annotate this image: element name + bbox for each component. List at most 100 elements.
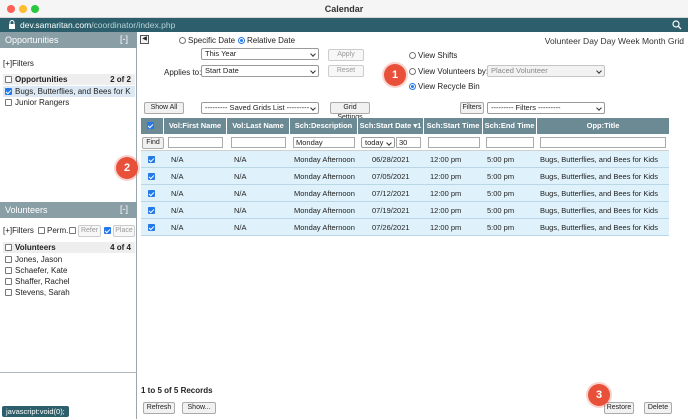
- opportunity-label: Bugs, Butterflies, and Bees for K: [15, 87, 131, 96]
- volunteer-checkbox[interactable]: [5, 278, 12, 285]
- filter-opp-title-input[interactable]: [540, 137, 666, 148]
- opportunities-filters-link[interactable]: [+]Filters: [3, 59, 34, 68]
- show-button[interactable]: Show...: [182, 402, 216, 414]
- volunteers-filters-link[interactable]: [+]Filters: [3, 226, 34, 235]
- cell-end-time: 5:00 pm: [487, 206, 515, 215]
- address-bar[interactable]: dev.samaritan.com/coordinator/index.php: [0, 18, 688, 32]
- cell-start-time: 12:00 pm: [430, 206, 462, 215]
- refresh-button[interactable]: Refresh: [143, 402, 175, 414]
- filter-start-time-input[interactable]: [428, 137, 480, 148]
- callout-badge-2: 2: [116, 157, 138, 179]
- table-row[interactable]: N/A N/A Monday Afternoon 07/12/2021 12:0…: [141, 185, 669, 202]
- opportunities-list-header-label: Opportunities: [15, 75, 68, 84]
- opportunity-item[interactable]: Junior Rangers: [3, 97, 135, 108]
- cell-description: Monday Afternoon: [294, 223, 355, 232]
- column-header-opp-title[interactable]: Opp:Title: [537, 118, 669, 134]
- column-header-start-time[interactable]: Sch:Start Time: [424, 118, 483, 134]
- applies-to-select[interactable]: Start Date: [201, 65, 319, 77]
- grid-settings-button[interactable]: Grid Settings: [330, 102, 370, 121]
- volunteers-select-all-checkbox[interactable]: [5, 244, 12, 251]
- filters-select[interactable]: --------- Filters ---------: [487, 102, 605, 114]
- opportunity-checkbox[interactable]: [5, 99, 12, 106]
- volunteers-panel-header: Volunteers [-]: [0, 202, 137, 218]
- volunteer-item[interactable]: Shaffer, Rachel: [3, 276, 135, 287]
- volunteer-checkbox[interactable]: [5, 256, 12, 263]
- search-icon[interactable]: [672, 20, 682, 30]
- row-checkbox[interactable]: [148, 190, 155, 197]
- cell-start-time: 12:00 pm: [430, 223, 462, 232]
- volunteer-item[interactable]: Jones, Jason: [3, 254, 135, 265]
- view-shifts-label: View Shifts: [418, 51, 458, 60]
- place-checkbox[interactable]: [104, 227, 111, 234]
- column-header-end-time[interactable]: Sch:End Time: [483, 118, 537, 134]
- url-text[interactable]: dev.samaritan.com/coordinator/index.php: [20, 20, 175, 30]
- filter-date-value-input[interactable]: 30: [396, 137, 421, 148]
- filters-button[interactable]: Filters: [460, 102, 484, 114]
- volunteer-label: Jones, Jason: [15, 255, 63, 264]
- column-header-first-name[interactable]: Vol:First Name: [164, 118, 227, 134]
- refer-button[interactable]: Refer: [78, 225, 101, 237]
- column-header-start-date[interactable]: Sch:Start Date ▾1: [358, 118, 424, 134]
- table-row[interactable]: N/A N/A Monday Afternoon 07/26/2021 12:0…: [141, 219, 669, 236]
- filter-description-input[interactable]: Monday: [293, 137, 355, 148]
- row-checkbox[interactable]: [148, 224, 155, 231]
- show-all-button[interactable]: Show All: [144, 102, 184, 114]
- column-header-last-name[interactable]: Vol:Last Name: [227, 118, 290, 134]
- delete-button[interactable]: Delete: [644, 402, 672, 414]
- reset-button[interactable]: Reset: [328, 65, 364, 77]
- cell-opp-title: Bugs, Butterflies, and Bees for Kids: [540, 223, 658, 232]
- cell-first-name: N/A: [171, 189, 184, 198]
- table-row[interactable]: N/A N/A Monday Afternoon 07/19/2021 12:0…: [141, 202, 669, 219]
- collapse-sidebar-button[interactable]: ◀: [140, 35, 149, 44]
- row-checkbox[interactable]: [148, 156, 155, 163]
- cell-opp-title: Bugs, Butterflies, and Bees for Kids: [540, 155, 658, 164]
- opportunities-panel-header: Opportunities [-]: [0, 32, 137, 48]
- relative-date-label: Relative Date: [247, 36, 296, 45]
- view-shifts-radio[interactable]: [409, 52, 416, 59]
- opportunities-panel-title: Opportunities: [5, 35, 59, 45]
- opportunity-item[interactable]: Bugs, Butterflies, and Bees for K: [3, 86, 135, 97]
- main-content: ◀ Specific Date Relative Date This Year …: [138, 32, 688, 419]
- perm-checkbox[interactable]: [38, 227, 45, 234]
- row-checkbox[interactable]: [148, 173, 155, 180]
- opportunity-label: Junior Rangers: [15, 98, 70, 107]
- opportunities-select-all-checkbox[interactable]: [5, 76, 12, 83]
- filter-end-time-input[interactable]: [486, 137, 534, 148]
- view-mode-links[interactable]: Volunteer Day Day Week Month Grid: [545, 36, 684, 46]
- view-volunteers-radio[interactable]: [409, 68, 416, 75]
- volunteers-collapse-button[interactable]: [-]: [120, 204, 128, 214]
- filter-first-name-input[interactable]: [168, 137, 223, 148]
- place-button[interactable]: Place: [113, 225, 135, 237]
- saved-grids-select[interactable]: --------- Saved Grids List ---------: [201, 102, 319, 114]
- select-all-rows-checkbox[interactable]: [147, 122, 154, 129]
- column-header-description[interactable]: Sch:Description: [290, 118, 358, 134]
- volunteer-checkbox[interactable]: [5, 289, 12, 296]
- filter-last-name-input[interactable]: [231, 137, 286, 148]
- volunteer-item[interactable]: Schaefer, Kate: [3, 265, 135, 276]
- cell-description: Monday Afternoon: [294, 206, 355, 215]
- row-checkbox[interactable]: [148, 207, 155, 214]
- volunteers-filter-row: [+]Filters Perm. Refer Place: [0, 224, 137, 238]
- cell-start-time: 12:00 pm: [430, 189, 462, 198]
- panel-splitter[interactable]: [0, 372, 137, 373]
- filter-date-operator-select[interactable]: today: [361, 137, 395, 148]
- callout-badge-3: 3: [588, 384, 610, 406]
- volunteer-label: Schaefer, Kate: [15, 266, 68, 275]
- relative-date-radio[interactable]: [238, 37, 245, 44]
- volunteer-item[interactable]: Stevens, Sarah: [3, 287, 135, 298]
- restore-button[interactable]: Restore: [604, 402, 634, 414]
- table-row[interactable]: N/A N/A Monday Afternoon 07/05/2021 12:0…: [141, 168, 669, 185]
- refer-checkbox[interactable]: [69, 227, 76, 234]
- view-recycle-bin-radio[interactable]: [409, 83, 416, 90]
- apply-button[interactable]: Apply: [328, 49, 364, 61]
- opportunity-checkbox[interactable]: [5, 88, 12, 95]
- find-button[interactable]: Find: [142, 137, 164, 149]
- date-range-select[interactable]: This Year: [201, 48, 319, 60]
- table-row[interactable]: N/A N/A Monday Afternoon 06/28/2021 12:0…: [141, 151, 669, 168]
- volunteers-by-select[interactable]: Placed Volunteer: [487, 65, 605, 77]
- opportunities-collapse-button[interactable]: [-]: [120, 34, 128, 44]
- cell-description: Monday Afternoon: [294, 155, 355, 164]
- volunteer-checkbox[interactable]: [5, 267, 12, 274]
- specific-date-radio[interactable]: [179, 37, 186, 44]
- opportunities-list-header: Opportunities 2 of 2: [3, 74, 135, 85]
